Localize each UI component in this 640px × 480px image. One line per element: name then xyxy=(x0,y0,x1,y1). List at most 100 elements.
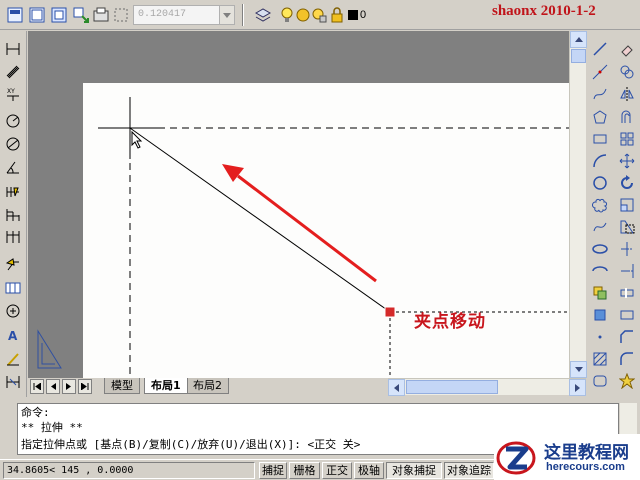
mirror-icon[interactable] xyxy=(617,84,637,104)
polygon-icon[interactable] xyxy=(590,107,610,127)
dimension-toolbar: XY A xyxy=(0,31,27,397)
dimension-text-edit-icon[interactable] xyxy=(3,349,23,369)
linear-dimension-icon[interactable] xyxy=(3,39,23,59)
draw-toolbar xyxy=(588,31,613,397)
region-icon[interactable] xyxy=(590,371,610,391)
command-prompt-line[interactable]: 指定拉伸点或 [基点(B)/复制(C)/放弃(U)/退出(X)]: <正交 关> xyxy=(21,437,360,452)
rotate-icon[interactable] xyxy=(617,173,637,193)
chamfer-icon[interactable] xyxy=(617,327,637,347)
new-icon[interactable] xyxy=(5,5,25,25)
make-block-icon[interactable] xyxy=(590,305,610,325)
ortho-toggle[interactable]: 正交 xyxy=(322,462,352,479)
chevron-down-icon[interactable] xyxy=(219,6,234,24)
baseline-dimension-icon[interactable] xyxy=(3,205,23,225)
tab-prev-button[interactable] xyxy=(46,379,60,394)
stretched-line xyxy=(129,127,391,313)
preview-icon[interactable] xyxy=(91,5,111,25)
tab-model[interactable]: 模型 xyxy=(104,378,140,394)
polar-toggle[interactable]: 极轴 xyxy=(354,462,384,479)
modify-toolbar xyxy=(613,31,640,397)
copy-icon[interactable] xyxy=(617,62,637,82)
toolbar-separator xyxy=(242,4,244,26)
drawing-canvas[interactable]: 夹点移动 xyxy=(28,31,569,378)
circle-icon[interactable] xyxy=(590,173,610,193)
construction-line-icon[interactable] xyxy=(590,62,610,82)
grid-toggle[interactable]: 栅格 xyxy=(289,462,320,479)
layer-manager-icon[interactable] xyxy=(253,5,273,25)
site-logo: 这里教程网 herecours.com xyxy=(494,434,640,480)
extend-icon[interactable] xyxy=(617,261,637,281)
tab-last-button[interactable] xyxy=(78,379,92,394)
rectangle-icon[interactable] xyxy=(590,129,610,149)
layer-state-icon[interactable] xyxy=(111,5,131,25)
save-icon[interactable] xyxy=(49,5,69,25)
hatch-icon[interactable] xyxy=(590,349,610,369)
angular-dimension-icon[interactable] xyxy=(3,157,23,177)
insert-block-icon[interactable] xyxy=(590,283,610,303)
leader-icon[interactable] xyxy=(3,255,23,275)
horizontal-scrollbar[interactable] xyxy=(388,378,586,396)
otrack-toggle[interactable]: 对象追踪 xyxy=(444,462,494,479)
osnap-toggle[interactable]: 对象捕捉 xyxy=(386,462,442,479)
logo-mark xyxy=(496,441,536,475)
ellipse-icon[interactable] xyxy=(590,239,610,259)
svg-text:XY: XY xyxy=(7,88,15,95)
lineweight-value: 0.120417 xyxy=(138,9,187,20)
array-icon[interactable] xyxy=(617,129,637,149)
dimension-edit-icon[interactable]: A xyxy=(3,326,23,346)
scroll-down-button[interactable] xyxy=(570,361,587,378)
top-toolbar: 0.120417 0 shaonx 2010-1-2 xyxy=(0,0,640,30)
scroll-right-button[interactable] xyxy=(569,379,586,396)
aligned-dimension-icon[interactable] xyxy=(3,62,23,82)
stretch-icon[interactable] xyxy=(617,217,637,237)
offset-icon[interactable] xyxy=(617,107,637,127)
quick-dimension-icon[interactable] xyxy=(3,182,23,202)
annotation-label: 夹点移动 xyxy=(414,312,486,332)
point-icon[interactable] xyxy=(590,327,610,347)
revision-cloud-icon[interactable] xyxy=(590,195,610,215)
dimension-update-icon[interactable] xyxy=(3,372,23,392)
fillet-icon[interactable] xyxy=(617,349,637,369)
scale-icon[interactable] xyxy=(617,195,637,215)
vertical-scroll-thumb[interactable] xyxy=(571,49,586,63)
ellipse-arc-icon[interactable] xyxy=(590,261,610,281)
tab-layout2[interactable]: 布局2 xyxy=(186,378,229,394)
diameter-dimension-icon[interactable] xyxy=(3,134,23,154)
erase-icon[interactable] xyxy=(617,39,637,59)
move-icon[interactable] xyxy=(617,151,637,171)
scroll-up-button[interactable] xyxy=(570,31,587,48)
scroll-left-button[interactable] xyxy=(388,379,405,396)
logo-url: herecours.com xyxy=(546,461,625,473)
polyline-icon[interactable] xyxy=(590,84,610,104)
command-history-line: 命令: xyxy=(21,406,50,419)
horizontal-scroll-thumb[interactable] xyxy=(406,380,498,394)
layer-name: 0 xyxy=(360,9,367,21)
trim-icon[interactable] xyxy=(617,239,637,259)
layer-viewport-icon[interactable] xyxy=(309,5,329,25)
explode-icon[interactable] xyxy=(617,371,637,391)
line-icon[interactable] xyxy=(590,39,610,59)
open-icon[interactable] xyxy=(27,5,47,25)
arc-icon[interactable] xyxy=(590,151,610,171)
hot-grip xyxy=(384,306,396,318)
layout-tab-bar: 模型 布局1 布局2 xyxy=(28,378,586,396)
vertical-scrollbar[interactable] xyxy=(569,31,587,378)
tab-first-button[interactable] xyxy=(30,379,44,394)
break-icon[interactable] xyxy=(617,283,637,303)
command-history-line: ** 拉伸 ** xyxy=(21,421,83,434)
tolerance-icon[interactable] xyxy=(3,278,23,298)
tab-layout1[interactable]: 布局1 xyxy=(144,378,188,394)
tab-next-button[interactable] xyxy=(62,379,76,394)
ordinate-dimension-icon[interactable]: XY xyxy=(3,84,23,104)
center-mark-icon[interactable] xyxy=(3,301,23,321)
snap-toggle[interactable]: 捕捉 xyxy=(259,462,287,479)
radius-dimension-icon[interactable] xyxy=(3,111,23,131)
svg-text:A: A xyxy=(8,329,18,343)
join-icon[interactable] xyxy=(617,305,637,325)
spline-icon[interactable] xyxy=(590,217,610,237)
command-window-grip[interactable] xyxy=(0,401,16,457)
plot-icon[interactable] xyxy=(71,5,91,25)
annotation-arrow xyxy=(237,174,377,283)
continue-dimension-icon[interactable] xyxy=(3,227,23,247)
lineweight-combo[interactable]: 0.120417 xyxy=(133,5,235,25)
